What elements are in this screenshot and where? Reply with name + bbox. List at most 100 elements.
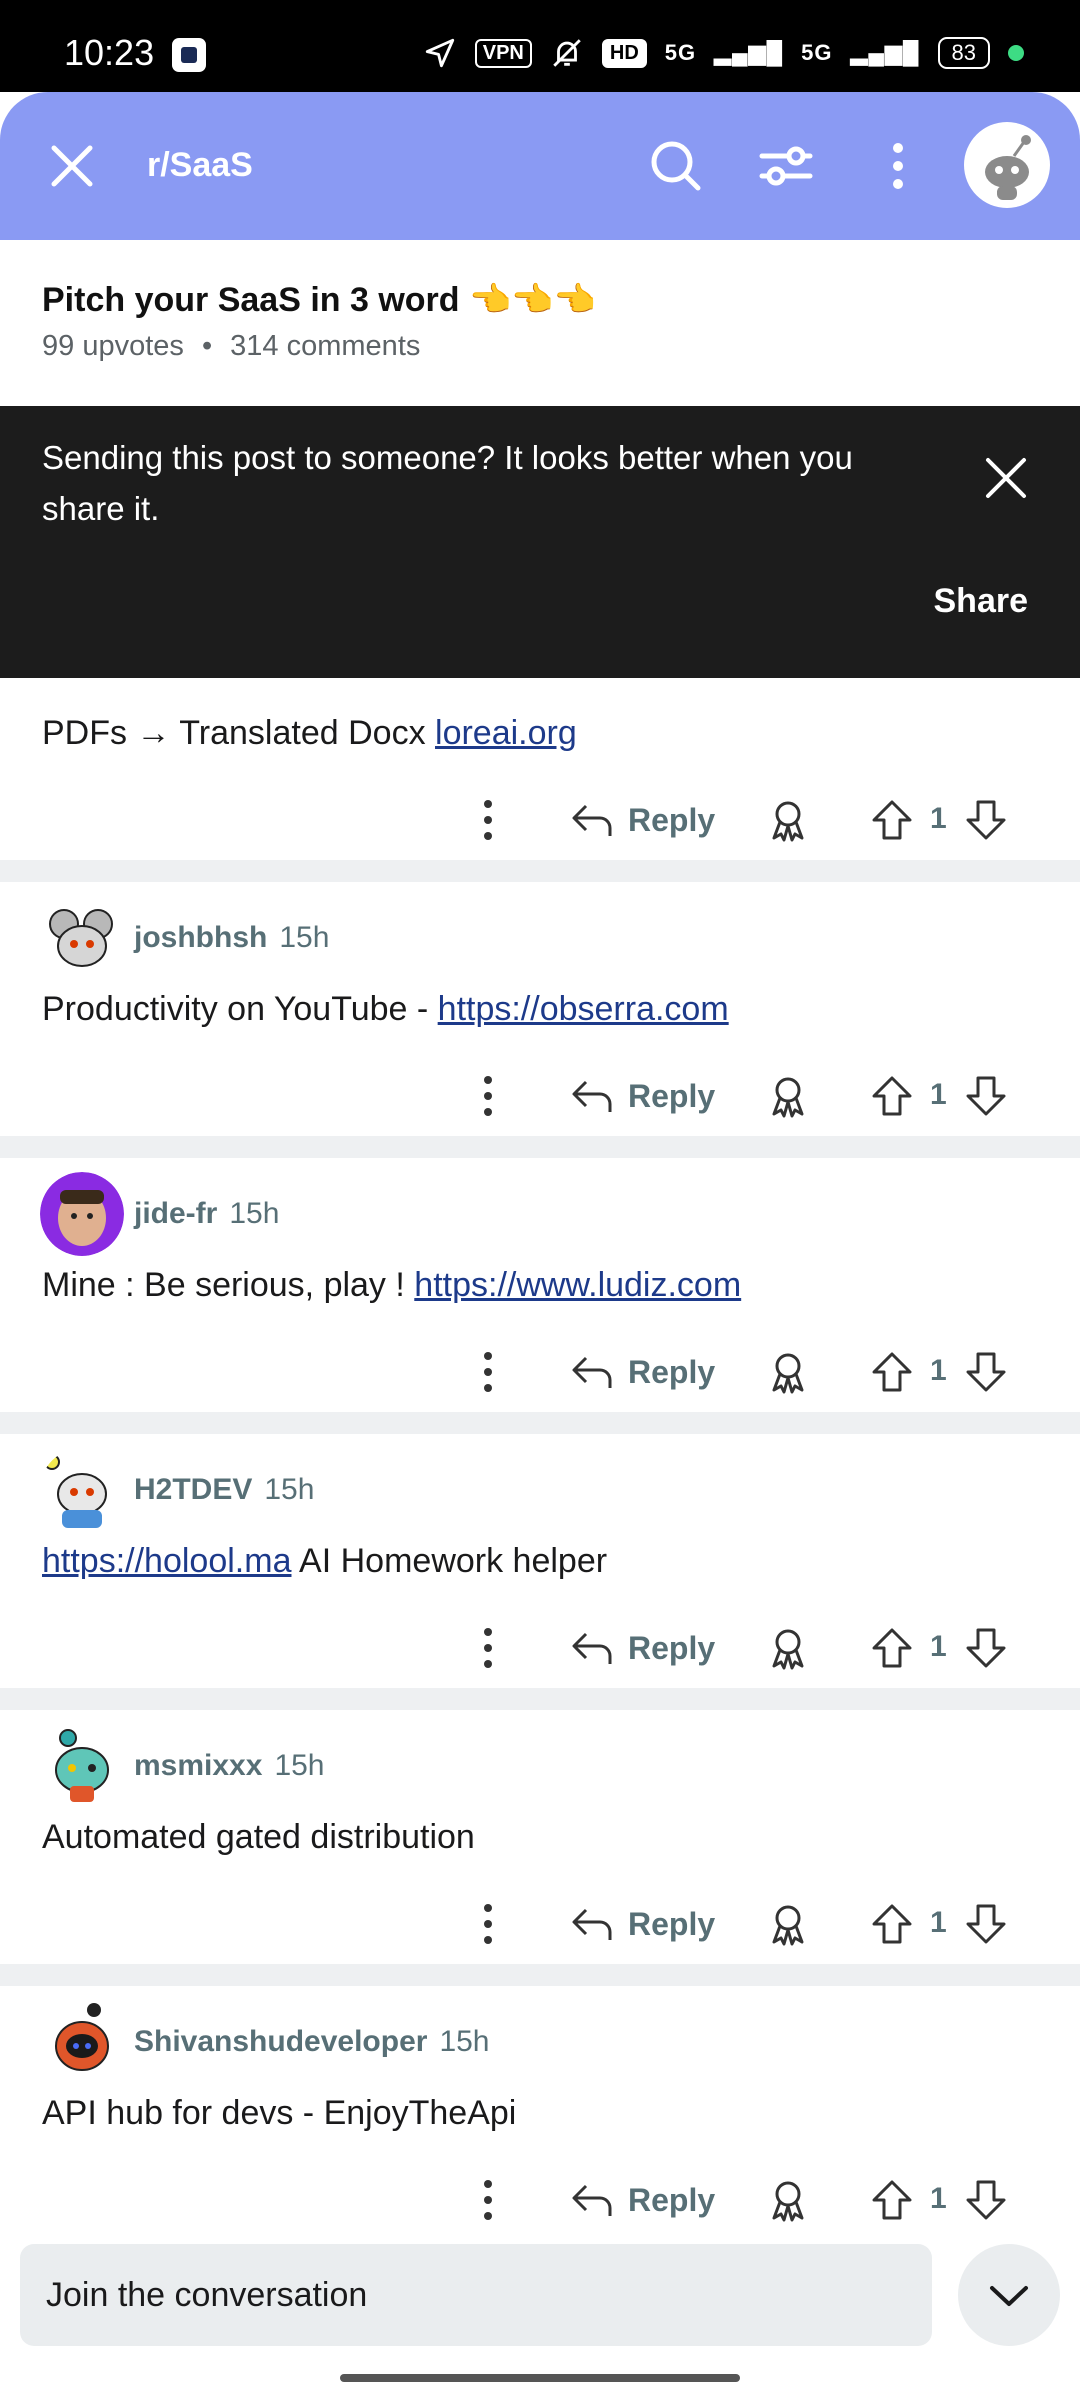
comment-time: 15h xyxy=(279,921,330,954)
post-meta: 99 upvotes • 314 comments xyxy=(42,330,420,363)
comment-actions: Reply 1 xyxy=(0,1340,1080,1404)
comment-author-row[interactable]: H2TDEV 15h xyxy=(40,1448,314,1532)
reply-button[interactable]: Reply xyxy=(570,2176,715,2224)
comment-username[interactable]: msmixxx xyxy=(134,1749,262,1783)
comment-item: msmixxx 15h Automated gated distribution… xyxy=(0,1710,1080,1964)
upvote-icon[interactable] xyxy=(868,1900,916,1948)
award-icon[interactable] xyxy=(764,2176,812,2224)
more-options-icon[interactable] xyxy=(470,796,506,844)
search-icon[interactable] xyxy=(644,134,708,198)
toast-close-icon[interactable] xyxy=(976,448,1036,508)
reply-label: Reply xyxy=(628,1629,716,1666)
commenter-avatar[interactable] xyxy=(40,1724,124,1808)
signal-5g-2: 5G xyxy=(801,40,833,65)
user-avatar[interactable] xyxy=(964,122,1050,208)
downvote-icon[interactable] xyxy=(962,1900,1010,1948)
more-options-icon[interactable] xyxy=(470,1348,506,1396)
comment-author-row[interactable]: Shivanshudeveloper 15h xyxy=(40,2000,490,2084)
comment-text: Automated gated distribution xyxy=(42,1818,475,1856)
comment-actions: Reply 1 xyxy=(0,1616,1080,1680)
reply-button[interactable]: Reply xyxy=(570,1348,715,1396)
downvote-icon[interactable] xyxy=(962,2176,1010,2224)
scroll-down-button[interactable] xyxy=(958,2244,1060,2346)
award-icon[interactable] xyxy=(764,796,812,844)
comment-text: Mine : Be serious, play ! xyxy=(42,1266,415,1304)
upvote-icon[interactable] xyxy=(868,796,916,844)
reply-button[interactable]: Reply xyxy=(570,1624,715,1672)
join-conversation-input[interactable]: Join the conversation xyxy=(20,2244,932,2346)
app-notification-icon xyxy=(172,38,206,72)
more-options-icon[interactable] xyxy=(470,1900,506,1948)
comment-username[interactable]: jide-fr xyxy=(134,1197,217,1231)
comment-time: 15h xyxy=(439,2025,490,2058)
comment-separator xyxy=(0,1412,1080,1434)
gesture-nav-bar[interactable] xyxy=(340,2374,740,2382)
comment-time: 15h xyxy=(264,1473,315,1506)
subreddit-title[interactable]: r/SaaS xyxy=(147,146,253,185)
sort-filter-icon[interactable] xyxy=(754,134,818,198)
more-options-icon[interactable] xyxy=(470,1624,506,1672)
meta-separator: • xyxy=(201,330,213,362)
battery-indicator: 83 xyxy=(937,37,990,69)
upvote-icon[interactable] xyxy=(868,1072,916,1120)
hd-badge: HD xyxy=(601,38,647,68)
award-icon[interactable] xyxy=(764,1624,812,1672)
downvote-icon[interactable] xyxy=(962,1072,1010,1120)
signal-bars-icon-2: ▂▄▆█ xyxy=(850,40,920,65)
comment-body: Mine : Be serious, play ! https://www.lu… xyxy=(42,1266,741,1305)
commenter-avatar[interactable] xyxy=(40,1172,124,1256)
toast-share-button[interactable]: Share xyxy=(934,582,1029,621)
comment-author-row[interactable]: jide-fr 15h xyxy=(40,1172,279,1256)
commenter-avatar[interactable] xyxy=(40,2000,124,2084)
comment-username[interactable]: Shivanshudeveloper xyxy=(134,2025,427,2059)
composer-placeholder: Join the conversation xyxy=(46,2276,368,2314)
status-bar: 10:23 VPN HD 5G ▂▄▆█ 5G ▂▄▆█ 83 xyxy=(0,0,1080,92)
vote-count: 1 xyxy=(930,1354,947,1387)
chevron-down-icon xyxy=(990,2286,1028,2306)
comment-link[interactable]: https://holool.ma xyxy=(42,1542,291,1580)
award-icon[interactable] xyxy=(764,1072,812,1120)
comment-link[interactable]: loreai.org xyxy=(435,714,577,752)
upvote-icon[interactable] xyxy=(868,2176,916,2224)
award-icon[interactable] xyxy=(764,1900,812,1948)
comment-item: joshbhsh 15h Productivity on YouTube - h… xyxy=(0,882,1080,1136)
reply-label: Reply xyxy=(628,1077,716,1114)
comment-item: PDFs → Translated Docx loreai.org preser… xyxy=(0,678,1080,866)
comment-item: Shivanshudeveloper 15h API hub for devs … xyxy=(0,1986,1080,2226)
overflow-menu-icon[interactable] xyxy=(866,134,930,198)
comment-link[interactable]: https://www.ludiz.com xyxy=(414,1266,741,1304)
downvote-icon[interactable] xyxy=(962,1348,1010,1396)
commenter-avatar[interactable] xyxy=(40,1448,124,1532)
more-options-icon[interactable] xyxy=(470,1072,506,1120)
vote-count: 1 xyxy=(930,802,947,835)
comment-link[interactable]: https://obserra.com xyxy=(438,990,729,1028)
location-icon xyxy=(425,38,454,68)
downvote-icon[interactable] xyxy=(962,796,1010,844)
comment-text: AI Homework helper xyxy=(291,1542,608,1580)
reply-label: Reply xyxy=(628,1905,716,1942)
award-icon[interactable] xyxy=(764,1348,812,1396)
comment-body: Automated gated distribution xyxy=(42,1818,475,1857)
reply-button[interactable]: Reply xyxy=(570,1900,715,1948)
comment-username[interactable]: H2TDEV xyxy=(134,1473,252,1507)
reply-button[interactable]: Reply xyxy=(570,796,715,844)
commenter-avatar[interactable] xyxy=(40,896,124,980)
post-summary[interactable]: Pitch your SaaS in 3 word 👈👈👈 99 upvotes… xyxy=(0,240,1080,408)
upvote-icon[interactable] xyxy=(868,1348,916,1396)
comment-author-row[interactable]: msmixxx 15h xyxy=(40,1724,325,1808)
downvote-icon[interactable] xyxy=(962,1624,1010,1672)
vpn-badge: VPN xyxy=(474,38,532,68)
upvote-icon[interactable] xyxy=(868,1624,916,1672)
privacy-dot-icon xyxy=(1008,45,1024,61)
comment-actions: Reply 1 xyxy=(0,1064,1080,1128)
post-title: Pitch your SaaS in 3 word 👈👈👈 xyxy=(42,281,596,319)
comment-username[interactable]: joshbhsh xyxy=(134,921,267,955)
more-options-icon[interactable] xyxy=(470,2176,506,2224)
reply-button[interactable]: Reply xyxy=(570,1072,715,1120)
signal-bars-icon: ▂▄▆█ xyxy=(714,40,784,65)
comment-author-row[interactable]: joshbhsh 15h xyxy=(40,896,329,980)
reply-arrow-icon xyxy=(572,1908,612,1940)
close-icon[interactable] xyxy=(40,134,104,198)
comment-actions: Reply 1 xyxy=(0,788,1080,852)
status-icons: VPN HD 5G ▂▄▆█ 5G ▂▄▆█ 83 xyxy=(423,36,1024,70)
